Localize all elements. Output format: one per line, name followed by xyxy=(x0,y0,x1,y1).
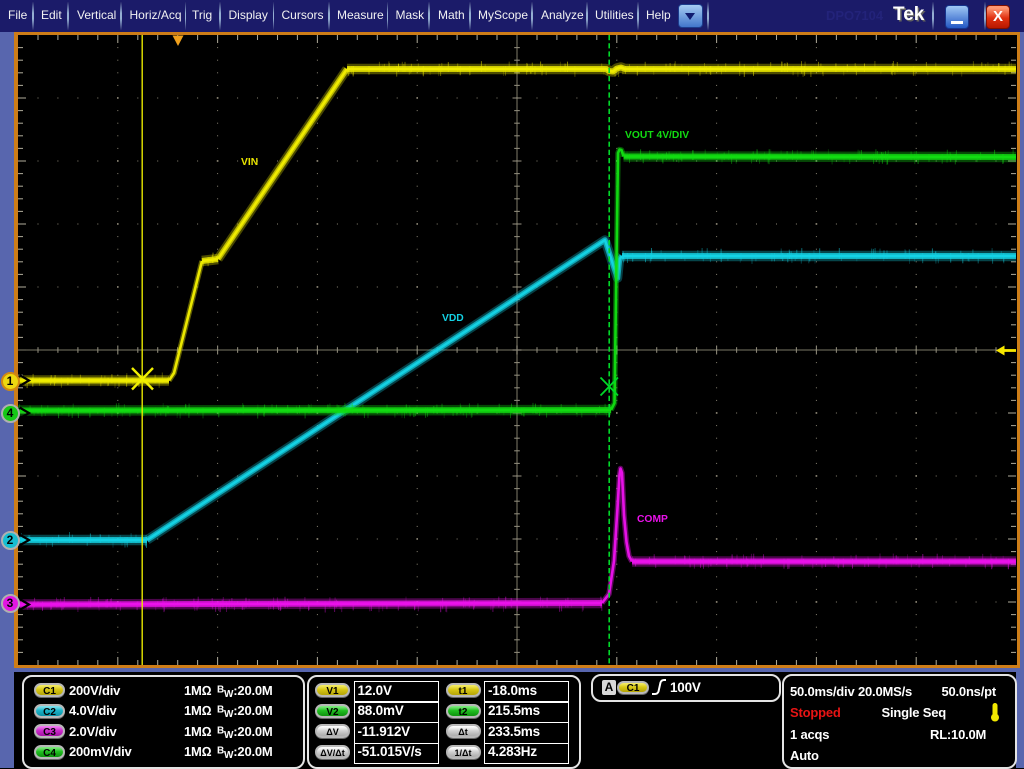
svg-text:COMP: COMP xyxy=(637,514,668,525)
svg-text:VIN: VIN xyxy=(241,157,258,168)
svg-text:VDD: VDD xyxy=(442,313,464,324)
svg-text:VOUT 4V/DIV: VOUT 4V/DIV xyxy=(625,130,689,141)
